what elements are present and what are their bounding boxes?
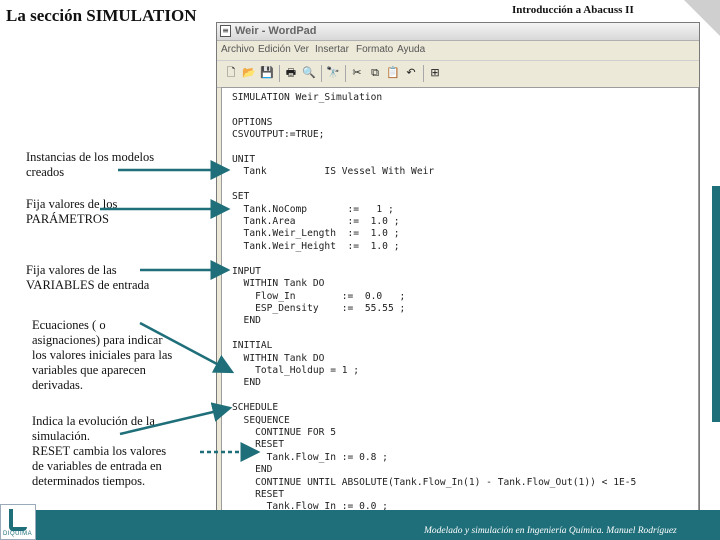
menu-bar: Archivo Edición Ver Insertar Formato Ayu… — [217, 41, 699, 59]
annotation-line: RESET cambia los valores — [32, 444, 167, 458]
code-line: SCHEDULE — [232, 402, 279, 414]
menu-archivo[interactable]: Archivo — [221, 44, 254, 55]
code-line: Tank.Weir_Length := 1.0 ; — [232, 228, 400, 240]
annotation-line: Fija valores de los — [26, 197, 118, 211]
slide-header-course: Introducción a Abacuss II — [512, 4, 634, 16]
paste-icon[interactable]: 📋 — [385, 65, 401, 81]
wordpad-window[interactable]: ≡ Weir - WordPad Archivo Edición Ver Ins… — [216, 22, 700, 516]
annotation-line: Instancias de los modelos — [26, 150, 155, 164]
toolbar: 🗋 📂 💾 🖶 🔍 🔭 ✂ ⧉ 📋 ↶ ⊞ — [217, 60, 699, 88]
annotation-line: derivadas. — [32, 378, 84, 392]
wordpad-app-icon: ≡ — [220, 25, 231, 37]
annotation-line: PARÁMETROS — [26, 212, 109, 226]
annotation-initial: Ecuaciones ( o asignaciones) para indica… — [32, 318, 212, 393]
code-line: Flow_In := 0.0 ; — [232, 290, 406, 302]
logo-text: DIQUIMA — [3, 531, 33, 537]
annotation-line: asignaciones) para indicar — [32, 333, 163, 347]
annotation-schedule: Indica la evolución de la simulación. RE… — [32, 414, 212, 489]
annotation-line: Ecuaciones ( o — [32, 318, 106, 332]
new-document-icon[interactable]: 🗋 — [223, 65, 239, 81]
annotation-line: Indica la evolución de la — [32, 414, 155, 428]
save-icon[interactable]: 💾 — [259, 65, 275, 81]
annotation-line: simulación. — [32, 429, 90, 443]
code-line: WITHIN Tank DO — [232, 278, 325, 290]
code-line: ESP_Density := 55.55 ; — [232, 302, 406, 314]
code-line: RESET — [232, 439, 284, 451]
toolbar-separator — [345, 65, 346, 82]
code-line: Tank.Area := 1.0 ; — [232, 216, 400, 228]
code-line: INPUT — [232, 265, 261, 277]
code-line: SET — [232, 191, 250, 203]
print-icon[interactable]: 🖶 — [283, 65, 299, 81]
cut-icon[interactable]: ✂ — [349, 65, 365, 81]
document-editor[interactable]: SIMULATION Weir_Simulation OPTIONS CSVOUT… — [221, 87, 699, 515]
annotation-line: los valores iniciales para las — [32, 348, 173, 362]
code-line: SEQUENCE — [232, 414, 290, 426]
annotation-line: VARIABLES de entrada — [26, 278, 150, 292]
window-titlebar[interactable]: ≡ Weir - WordPad — [217, 23, 699, 41]
annotation-line: Fija valores de las — [26, 263, 117, 277]
annotation-line: creados — [26, 165, 65, 179]
code-line: UNIT — [232, 154, 256, 166]
print-preview-icon[interactable]: 🔍 — [301, 65, 317, 81]
insert-object-icon[interactable]: ⊞ — [427, 65, 443, 81]
code-line: INITIAL — [232, 340, 273, 352]
footer-text: Modelado y simulación en Ingeniería Quím… — [424, 526, 677, 536]
right-accent-bar — [712, 186, 720, 422]
menu-ayuda[interactable]: Ayuda — [397, 44, 425, 55]
code-line: Tank IS Vessel With Weir — [232, 166, 435, 178]
toolbar-separator — [321, 65, 322, 82]
copy-icon[interactable]: ⧉ — [367, 65, 383, 81]
annotation-set: Fija valores de los PARÁMETROS — [26, 197, 206, 227]
open-folder-icon[interactable]: 📂 — [241, 65, 257, 81]
annotation-line: de variables de entrada en — [32, 459, 162, 473]
code-line: END — [232, 464, 273, 476]
window-title: Weir - WordPad — [235, 25, 317, 37]
slide-title: La sección SIMULATION — [6, 6, 197, 25]
menu-edicion[interactable]: Edición — [258, 44, 291, 55]
find-icon[interactable]: 🔭 — [325, 65, 341, 81]
annotation-unit: Instancias de los modelos creados — [26, 150, 206, 180]
logo-mark-icon — [9, 509, 27, 531]
annotation-line: variables que aparecen — [32, 363, 146, 377]
code-line: Tank.Weir_Height := 1.0 ; — [232, 240, 400, 252]
toolbar-separator — [423, 65, 424, 82]
code-line: SIMULATION Weir_Simulation — [232, 92, 383, 103]
code-line: Total_Holdup = 1 ; — [232, 364, 360, 376]
code-line: RESET — [232, 489, 284, 500]
code-line: CONTINUE FOR 5 — [232, 426, 336, 438]
menu-insertar[interactable]: Insertar — [315, 44, 349, 55]
diquima-logo: DIQUIMA — [0, 504, 36, 540]
code-line: CSVOUTPUT:=TRUE; — [232, 129, 325, 141]
code-line: Tank.Flow_In := 0.8 ; — [232, 451, 388, 463]
code-line: Tank.NoComp := 1 ; — [232, 203, 394, 215]
code-line: CONTINUE UNTIL ABSOLUTE(Tank.Flow_In(1) … — [232, 476, 637, 488]
code-line: WITHIN Tank DO — [232, 352, 325, 364]
code-line: OPTIONS — [232, 116, 273, 128]
simulation-code: SIMULATION Weir_Simulation OPTIONS CSVOUT… — [232, 92, 636, 514]
menu-ver[interactable]: Ver — [294, 44, 309, 55]
undo-icon[interactable]: ↶ — [403, 65, 419, 81]
code-line: END — [232, 377, 261, 389]
toolbar-separator — [279, 65, 280, 82]
code-line: END — [232, 315, 261, 327]
menu-formato[interactable]: Formato — [356, 44, 393, 55]
annotation-input: Fija valores de las VARIABLES de entrada — [26, 263, 206, 293]
annotation-line: determinados tiempos. — [32, 474, 146, 488]
